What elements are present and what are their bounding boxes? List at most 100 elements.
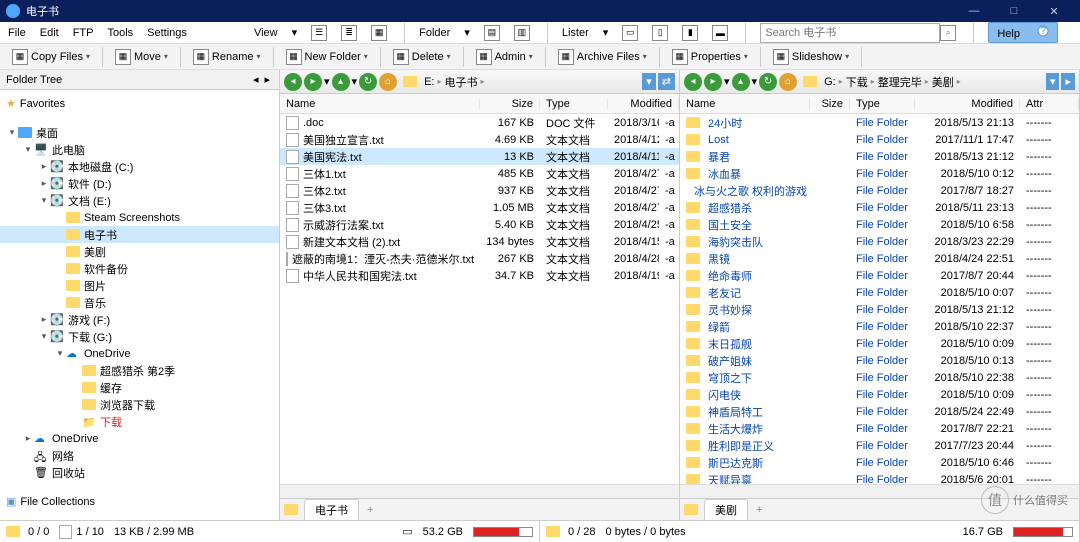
- folder-row[interactable]: 超感猎杀File Folder2018/5/11 23:13-------: [680, 199, 1079, 216]
- add-tab-button[interactable]: +: [750, 504, 768, 516]
- copy-button[interactable]: ▦Copy Files▾: [6, 47, 96, 67]
- tree-item[interactable]: ▾☁OneDrive: [0, 345, 279, 362]
- file-row[interactable]: 遮蔽的南境1：湮灭-杰夫·范德米尔.txt267 KB文本文档2018/4/28…: [280, 250, 679, 267]
- up-button[interactable]: ▴: [732, 73, 750, 91]
- home-button[interactable]: ⌂: [379, 73, 397, 91]
- folder-row[interactable]: 末日孤舰File Folder2018/5/10 0:09-------: [680, 335, 1079, 352]
- folder-row[interactable]: 24小时File Folder2018/5/13 21:13-------: [680, 114, 1079, 131]
- file-row[interactable]: 示威游行法案.txt5.40 KB文本文档2018/4/25 21:03-a: [280, 216, 679, 233]
- folder-row[interactable]: 穹顶之下File Folder2018/5/10 22:38-------: [680, 369, 1079, 386]
- tree-item[interactable]: 📁下载: [0, 413, 279, 430]
- back-button[interactable]: ◂: [284, 73, 302, 91]
- folder-row[interactable]: 国土安全File Folder2018/5/10 6:58-------: [680, 216, 1079, 233]
- folder-tree-next[interactable]: ▸: [261, 73, 273, 86]
- refresh-button[interactable]: ↻: [759, 73, 777, 91]
- col-type[interactable]: Type: [540, 98, 608, 110]
- add-tab-button[interactable]: +: [361, 504, 379, 516]
- file-row[interactable]: 三体1.txt485 KB文本文档2018/4/27 20:40-a: [280, 165, 679, 182]
- refresh-button[interactable]: ↻: [359, 73, 377, 91]
- col-modified[interactable]: Modified: [608, 98, 679, 110]
- lister-3-icon[interactable]: ▮: [682, 25, 698, 41]
- view-thumb-icon[interactable]: ▦: [371, 25, 387, 41]
- lister-2-icon[interactable]: ▯: [652, 25, 668, 41]
- tree-item[interactable]: 缓存: [0, 379, 279, 396]
- col-size[interactable]: Size: [480, 98, 540, 110]
- tree-item[interactable]: 🗑回收站: [0, 464, 279, 481]
- file-row[interactable]: 三体2.txt937 KB文本文档2018/4/27 20:41-a: [280, 182, 679, 199]
- view-details-icon[interactable]: ☰: [311, 25, 327, 41]
- breadcrumb-dropdown[interactable]: ▾: [1046, 73, 1060, 90]
- folder-row[interactable]: 灵书妙探File Folder2018/5/13 21:12-------: [680, 301, 1079, 318]
- maximize-button[interactable]: □: [994, 5, 1034, 17]
- tree-item[interactable]: ▸💽软件 (D:): [0, 175, 279, 192]
- tree-item[interactable]: 软件备份: [0, 260, 279, 277]
- folder-tree-icon[interactable]: ▤: [484, 25, 500, 41]
- col-name[interactable]: Name: [280, 98, 480, 110]
- file-row[interactable]: .doc167 KBDOC 文件2018/3/16 7:25-a: [280, 114, 679, 131]
- move-button[interactable]: ▦Move▾: [109, 47, 174, 67]
- folder-row[interactable]: 神盾局特工File Folder2018/5/24 22:49-------: [680, 403, 1079, 420]
- lister-1-icon[interactable]: ▭: [622, 25, 638, 41]
- folder-row[interactable]: 生活大爆炸File Folder2017/8/7 22:21-------: [680, 420, 1079, 437]
- search-icon[interactable]: ⌕: [940, 25, 956, 41]
- folder-row[interactable]: 斯巴达克斯File Folder2018/5/10 6:46-------: [680, 454, 1079, 471]
- menu-ftp[interactable]: FTP: [73, 27, 94, 39]
- breadcrumb-dropdown[interactable]: ▾: [642, 73, 656, 90]
- home-button[interactable]: ⌂: [779, 73, 797, 91]
- slideshow-button[interactable]: ▦Slideshow▾: [767, 47, 855, 67]
- folder-row[interactable]: 破产姐妹File Folder2018/5/10 0:13-------: [680, 352, 1079, 369]
- properties-button[interactable]: ▦Properties▾: [666, 47, 754, 67]
- tree-item[interactable]: ▾桌面: [0, 124, 279, 141]
- file-row[interactable]: 中华人民共和国宪法.txt34.7 KB文本文档2018/4/19 20:04-…: [280, 267, 679, 284]
- folder-row[interactable]: 老友记File Folder2018/5/10 0:07-------: [680, 284, 1079, 301]
- right-file-list[interactable]: 24小时File Folder2018/5/13 21:13-------Los…: [680, 114, 1079, 484]
- folder-row[interactable]: 天赋异禀File Folder2018/5/6 20:01-------: [680, 471, 1079, 484]
- menu-edit[interactable]: Edit: [40, 27, 59, 39]
- up-button[interactable]: ▴: [332, 73, 350, 91]
- file-row[interactable]: 美国宪法.txt13 KB文本文档2018/4/11 22:46-a: [280, 148, 679, 165]
- folder-row[interactable]: 胜利即是正义File Folder2017/7/23 20:44-------: [680, 437, 1079, 454]
- menu-tools[interactable]: Tools: [107, 27, 133, 39]
- folder-row[interactable]: 绝命毒师File Folder2017/8/7 20:44-------: [680, 267, 1079, 284]
- left-file-list[interactable]: .doc167 KBDOC 文件2018/3/16 7:25-a美国独立宣言.t…: [280, 114, 679, 484]
- tree-item[interactable]: ▸💽游戏 (F:): [0, 311, 279, 328]
- close-pane-button[interactable]: ▸: [1061, 73, 1075, 90]
- rename-button[interactable]: ▦Rename▾: [187, 47, 267, 67]
- col-attr[interactable]: Attr: [1020, 98, 1079, 110]
- folder-row[interactable]: 海豹突击队File Folder2018/3/23 22:29-------: [680, 233, 1079, 250]
- close-button[interactable]: ✕: [1034, 5, 1074, 18]
- tree-item[interactable]: ▸💽本地磁盘 (C:): [0, 158, 279, 175]
- menu-settings[interactable]: Settings: [147, 27, 187, 39]
- folder-row[interactable]: 冰与火之歌 权利的游戏File Folder2017/8/7 18:27----…: [680, 182, 1079, 199]
- tree-item[interactable]: 🖧网络: [0, 447, 279, 464]
- help-button[interactable]: Help ?: [988, 22, 1058, 43]
- admin-button[interactable]: ▦Admin▾: [470, 47, 539, 67]
- minimize-button[interactable]: —: [954, 5, 994, 17]
- folder-row[interactable]: 冰血暴File Folder2018/5/10 0:12-------: [680, 165, 1079, 182]
- newfolder-button[interactable]: ▦New Folder▾: [280, 47, 374, 67]
- favorites-section[interactable]: ★ Favorites: [0, 93, 279, 114]
- tree-item[interactable]: ▾💽下载 (G:): [0, 328, 279, 345]
- collections-section[interactable]: ▣ File Collections: [0, 491, 279, 512]
- tree-item[interactable]: 浏览器下载: [0, 396, 279, 413]
- folder-tree-prev[interactable]: ◂: [250, 73, 262, 86]
- tree-item[interactable]: ▾🖥️此电脑: [0, 141, 279, 158]
- col-name[interactable]: Name: [680, 98, 810, 110]
- view-list-icon[interactable]: ≣: [341, 25, 357, 41]
- tree-item[interactable]: 电子书: [0, 226, 279, 243]
- back-button[interactable]: ◂: [684, 73, 702, 91]
- forward-button[interactable]: ▸: [304, 73, 322, 91]
- tree-item[interactable]: 图片: [0, 277, 279, 294]
- tree-item[interactable]: ▸☁OneDrive: [0, 430, 279, 447]
- tree-item[interactable]: 音乐: [0, 294, 279, 311]
- file-row[interactable]: 美国独立宣言.txt4.69 KB文本文档2018/4/12 21:32-a: [280, 131, 679, 148]
- file-row[interactable]: 新建文本文档 (2).txt134 bytes文本文档2018/4/15 15:…: [280, 233, 679, 250]
- right-tab[interactable]: 美剧: [704, 499, 748, 520]
- col-size[interactable]: Size: [810, 98, 850, 110]
- folder-row[interactable]: 闪电侠File Folder2018/5/10 0:09-------: [680, 386, 1079, 403]
- left-breadcrumb[interactable]: E: ▸ 电子书 ▸: [399, 74, 640, 90]
- left-hscroll[interactable]: [280, 484, 679, 498]
- file-row[interactable]: 三体3.txt1.05 MB文本文档2018/4/27 20:41-a: [280, 199, 679, 216]
- folder-dual-icon[interactable]: ▥: [514, 25, 530, 41]
- search-input[interactable]: [760, 23, 940, 43]
